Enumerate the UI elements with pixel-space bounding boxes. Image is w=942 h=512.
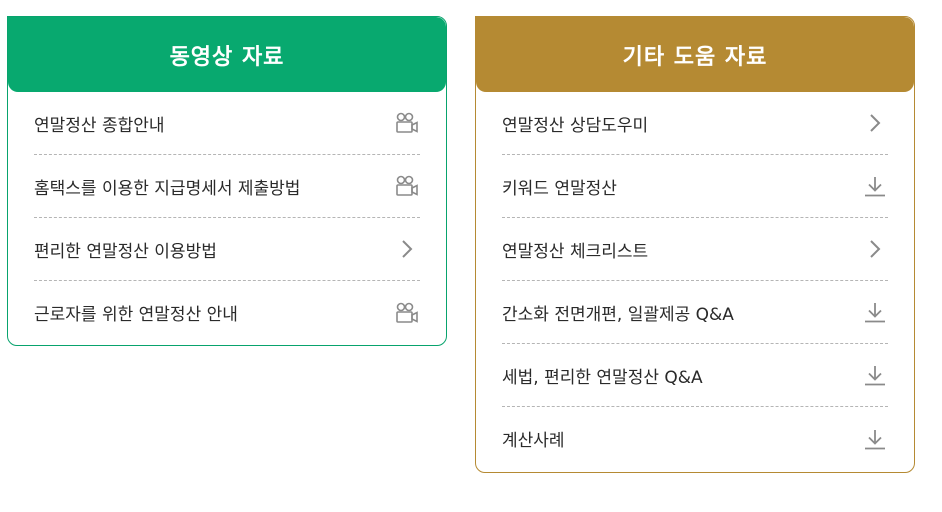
help-panel-title: 기타 도움 자료 — [476, 17, 914, 92]
list-item-label: 연말정산 종합안내 — [34, 115, 165, 136]
chevron-right-icon — [862, 236, 888, 262]
help-materials-list: 연말정산 상담도우미 키워드 연말정산 연말정산 체크리스트 간소화 전면개편,… — [476, 92, 914, 470]
list-item-label: 계산사례 — [502, 431, 565, 451]
list-item-label: 간소화 전면개편, 일괄제공 Q&A — [502, 304, 734, 325]
list-item-label: 연말정산 체크리스트 — [502, 241, 649, 262]
video-item-year-end-guide[interactable]: 연말정산 종합안내 — [34, 92, 420, 155]
video-camera-icon — [394, 110, 420, 136]
list-item-label: 연말정산 상담도우미 — [502, 115, 649, 136]
chevron-right-icon — [394, 236, 420, 262]
list-item-label: 근로자를 위한 연말정산 안내 — [34, 305, 238, 325]
download-icon — [862, 173, 888, 199]
list-item-label: 세법, 편리한 연말정산 Q&A — [502, 367, 703, 388]
download-icon — [862, 362, 888, 388]
video-item-hometax-submission[interactable]: 홈택스를 이용한 지급명세서 제출방법 — [34, 155, 420, 218]
help-item-keyword[interactable]: 키워드 연말정산 — [502, 155, 888, 218]
other-help-materials-panel: 기타 도움 자료 연말정산 상담도우미 키워드 연말정산 연말정산 체크리스트 — [475, 16, 915, 473]
list-item-label: 키워드 연말정산 — [502, 178, 617, 199]
video-item-convenient-usage[interactable]: 편리한 연말정산 이용방법 — [34, 218, 420, 281]
help-item-tax-law-qa[interactable]: 세법, 편리한 연말정산 Q&A — [502, 344, 888, 407]
video-panel-title: 동영상 자료 — [8, 17, 446, 92]
video-camera-icon — [394, 300, 420, 326]
video-camera-icon — [394, 173, 420, 199]
video-materials-list: 연말정산 종합안내 홈택스를 이용한 지급명세서 제출방법 편리한 연말정산 이… — [8, 92, 446, 344]
help-item-calculation-examples[interactable]: 계산사례 — [502, 407, 888, 470]
video-item-worker-guide[interactable]: 근로자를 위한 연말정산 안내 — [34, 281, 420, 344]
download-icon — [862, 426, 888, 452]
video-materials-panel: 동영상 자료 연말정산 종합안내 홈택스를 이용한 지급명세서 제출방법 편리한… — [7, 16, 447, 346]
help-item-checklist[interactable]: 연말정산 체크리스트 — [502, 218, 888, 281]
help-item-consult-helper[interactable]: 연말정산 상담도우미 — [502, 92, 888, 155]
download-icon — [862, 299, 888, 325]
help-item-simplified-qa[interactable]: 간소화 전면개편, 일괄제공 Q&A — [502, 281, 888, 344]
list-item-label: 편리한 연말정산 이용방법 — [34, 241, 217, 262]
chevron-right-icon — [862, 110, 888, 136]
list-item-label: 홈택스를 이용한 지급명세서 제출방법 — [34, 178, 301, 199]
